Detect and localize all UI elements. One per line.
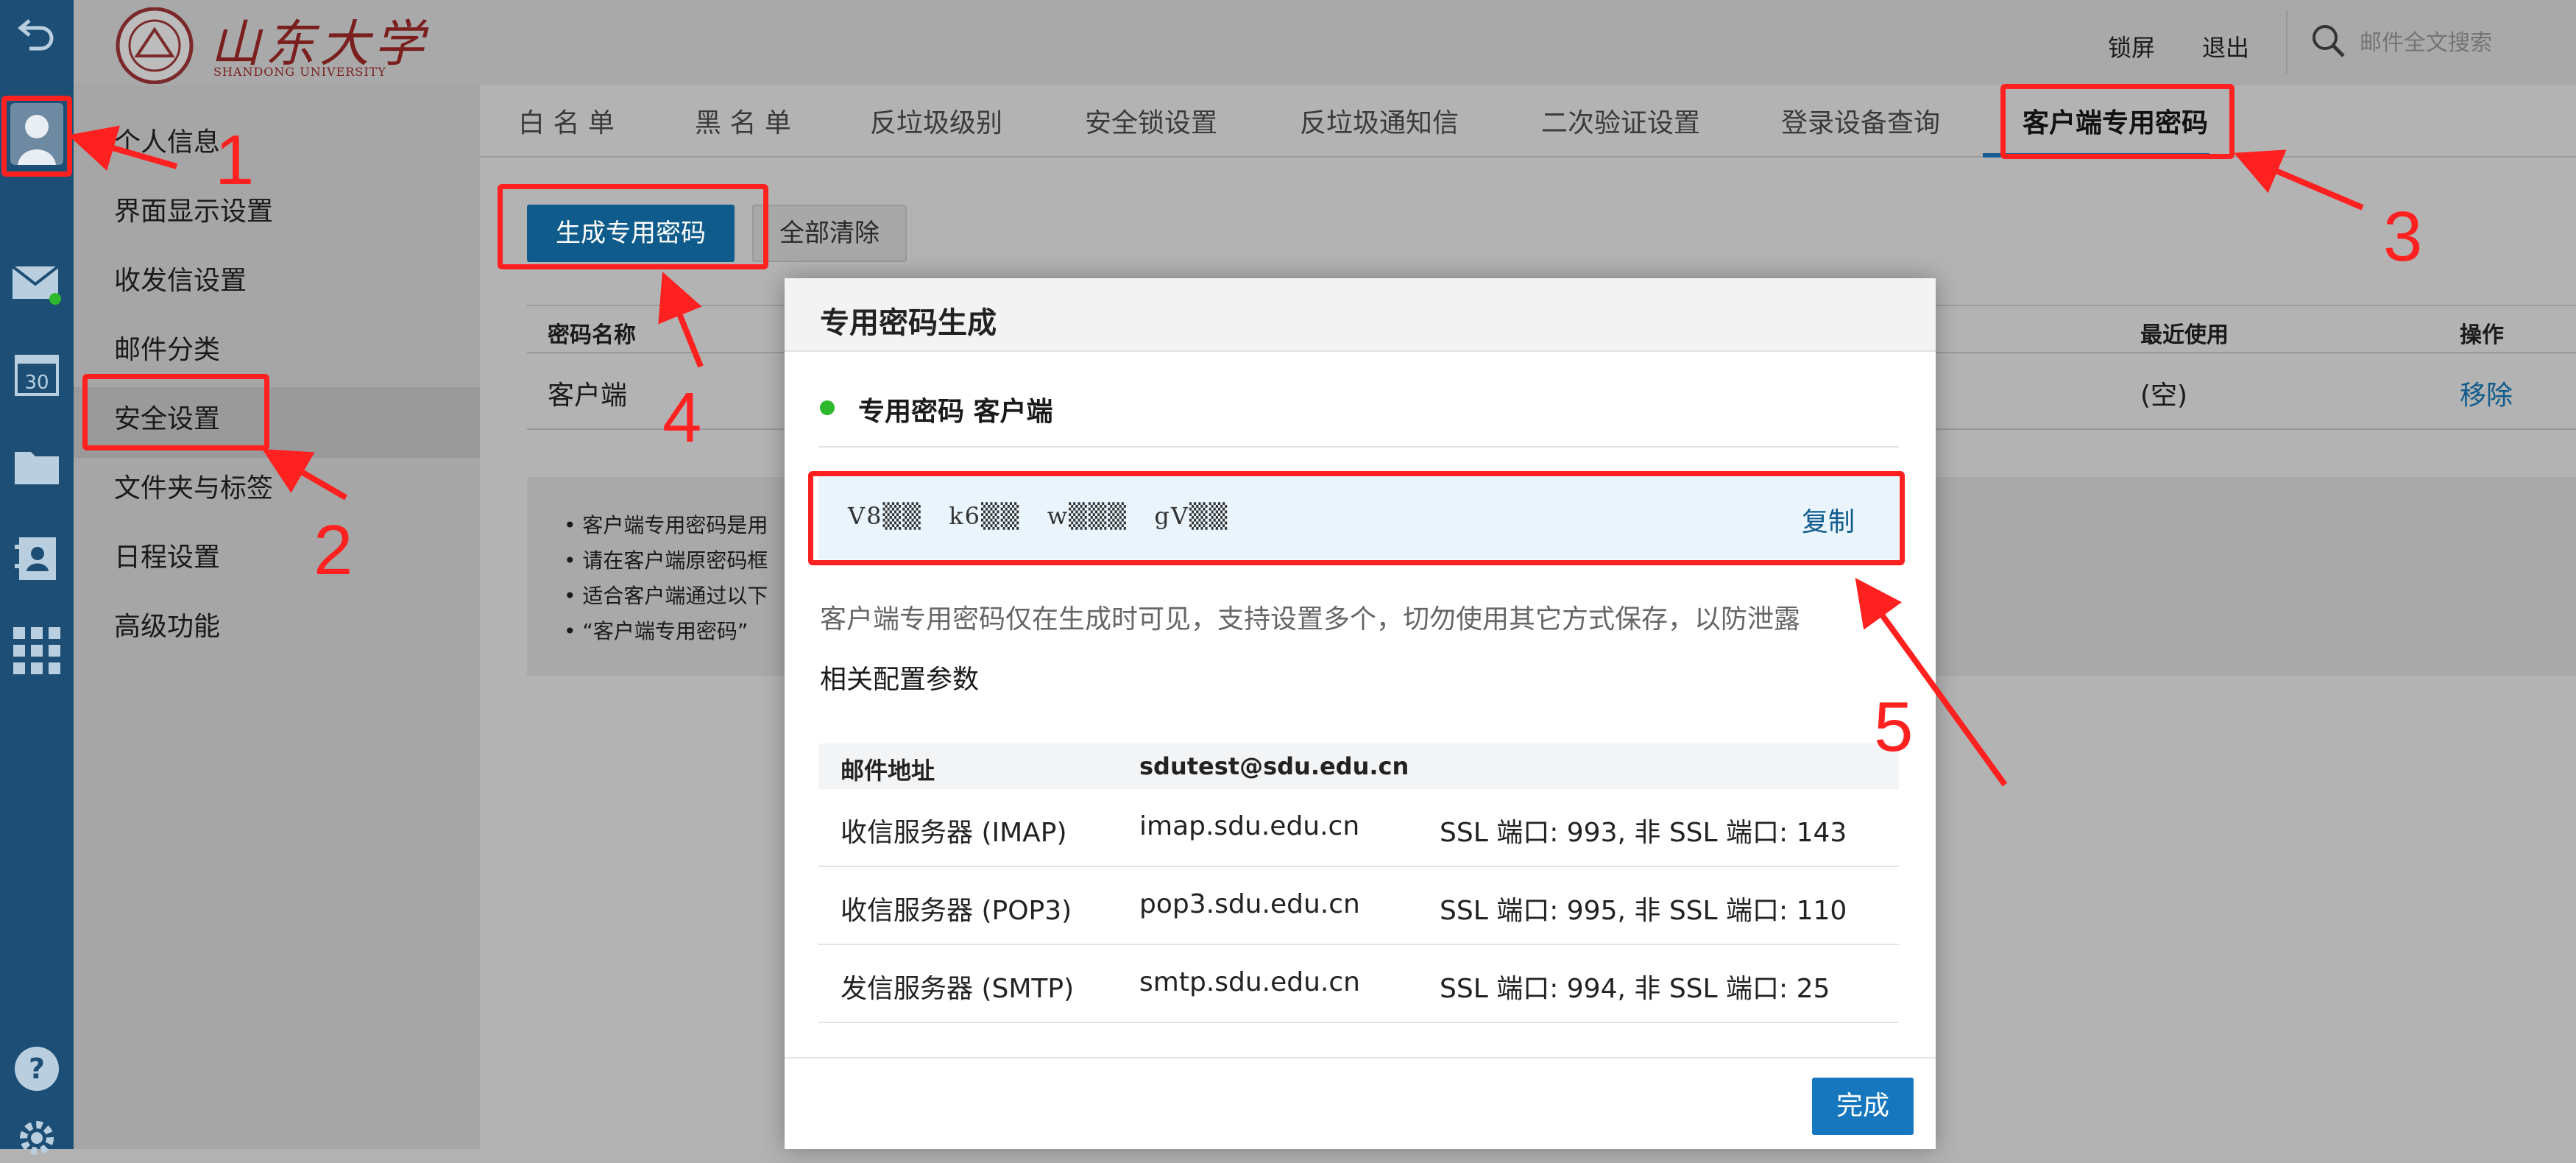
arrow-5: [1855, 578, 2008, 787]
arrow-4: [658, 272, 704, 368]
arrow-1: [68, 125, 178, 172]
arrow-2: [262, 448, 348, 501]
annotation-arrows: [68, 125, 2364, 787]
arrow-3: [2234, 149, 2364, 211]
